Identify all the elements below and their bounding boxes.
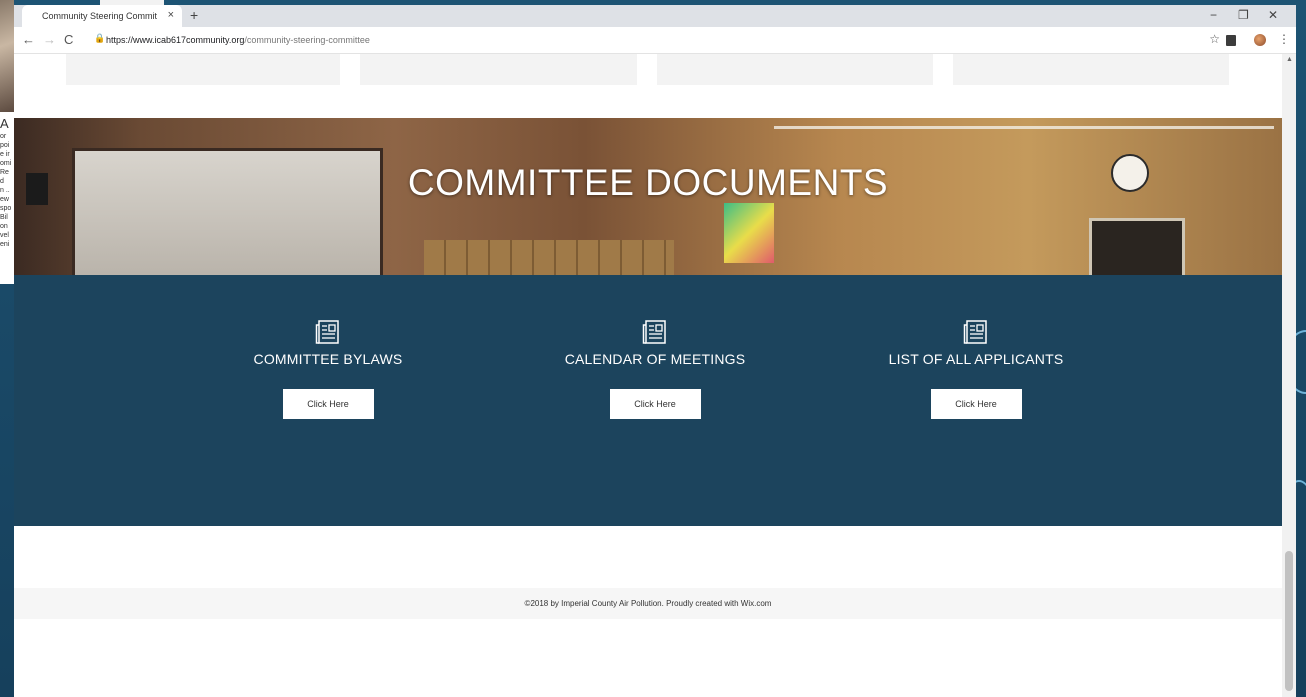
slide-text-line: spo xyxy=(0,205,12,212)
slide-text-line: omi xyxy=(0,160,12,167)
calendar-click-here-button[interactable]: Click Here xyxy=(609,389,701,419)
slide-text-line: Re xyxy=(0,169,9,176)
slide-text-line: e ir xyxy=(0,151,10,158)
slide-text-line: ew xyxy=(0,196,9,203)
newspaper-icon xyxy=(963,320,987,344)
slide-text-line: n .. xyxy=(0,187,10,194)
slide-text-strip: A or poi e ir omi Re d n .. ew spo Bil o… xyxy=(0,112,14,284)
bylaws-click-here-button[interactable]: Click Here xyxy=(282,389,374,419)
document-bylaws: COMMITTEE BYLAWS Click Here xyxy=(178,319,478,419)
slide-text-line: or xyxy=(0,133,7,140)
reload-icon[interactable]: C xyxy=(64,32,73,47)
documents-section: COMMITTEE BYLAWS Click Here CALENDAR OF … xyxy=(14,275,1282,526)
door-photo xyxy=(1089,218,1185,275)
bookmark-star-icon[interactable]: ☆ xyxy=(1209,32,1220,46)
document-applicants: LIST OF ALL APPLICANTS Click Here xyxy=(826,319,1126,419)
document-calendar: CALENDAR OF MEETINGS Click Here xyxy=(505,319,805,419)
back-icon[interactable]: ← xyxy=(22,32,35,47)
tab-community-steering-committee[interactable]: Community Steering Committee × xyxy=(22,5,182,27)
slide-text-line: d xyxy=(0,178,4,185)
close-icon[interactable]: ✕ xyxy=(1268,8,1278,22)
slide-heading-letter: A xyxy=(0,116,9,131)
tab-bar: Community Steering Committee × + − ❐ ✕ xyxy=(14,5,1296,27)
page-scrollbar[interactable]: ▲ xyxy=(1282,54,1296,697)
content-card xyxy=(360,54,637,85)
url-path: /community-steering-committee xyxy=(244,35,370,45)
cabinet-photo xyxy=(424,240,674,275)
newspaper-icon xyxy=(642,320,666,344)
tab-close-icon[interactable]: × xyxy=(168,9,174,21)
footer: ©2018 by Imperial County Air Pollution. … xyxy=(14,588,1282,619)
content-card xyxy=(953,54,1229,85)
restore-icon[interactable]: ❐ xyxy=(1238,8,1249,22)
slide-text-line: poi xyxy=(0,142,10,149)
forward-icon[interactable]: → xyxy=(43,32,56,47)
slide-text-line: vel xyxy=(0,232,9,239)
scroll-up-icon[interactable]: ▲ xyxy=(1286,56,1293,63)
tab-title: Community Steering Committee xyxy=(42,11,157,21)
page-viewport: COMMITTEE DOCUMENTS COMMITTEE BYLAWS Cli… xyxy=(14,54,1282,697)
document-label: COMMITTEE BYLAWS xyxy=(253,351,403,367)
document-label: LIST OF ALL APPLICANTS xyxy=(888,351,1064,367)
address-bar[interactable]: https://www.icab617community.org/communi… xyxy=(106,35,370,45)
menu-icon[interactable]: ⋮ xyxy=(1278,32,1290,46)
newspaper-icon xyxy=(315,320,339,344)
content-card xyxy=(66,54,340,85)
new-tab-icon[interactable]: + xyxy=(190,7,198,23)
profile-avatar[interactable] xyxy=(1254,34,1266,46)
lock-icon[interactable]: 🔒 xyxy=(94,33,105,44)
pdf-extension-icon[interactable] xyxy=(1226,35,1236,46)
slide-text-line: on xyxy=(0,223,8,230)
browser-toolbar: ← → C 🔒 https://www.icab617community.org… xyxy=(14,27,1296,54)
committee-documents-banner: COMMITTEE DOCUMENTS xyxy=(14,118,1282,275)
url-host: https://www.icab617community.org xyxy=(106,35,245,45)
banner-title: COMMITTEE DOCUMENTS xyxy=(407,162,889,203)
slide-text-line: Bil xyxy=(0,214,8,221)
applicants-click-here-button[interactable]: Click Here xyxy=(930,389,1022,419)
content-card xyxy=(657,54,933,85)
minimize-icon[interactable]: − xyxy=(1210,8,1217,22)
slide-photo xyxy=(0,0,14,112)
scrollbar-thumb[interactable] xyxy=(1285,551,1293,691)
slide-text-line: eni xyxy=(0,241,10,248)
ceiling-light xyxy=(774,126,1274,129)
browser-window: Community Steering Committee × + − ❐ ✕ ←… xyxy=(14,5,1296,697)
posters-photo xyxy=(724,203,774,263)
document-label: CALENDAR OF MEETINGS xyxy=(564,351,746,367)
